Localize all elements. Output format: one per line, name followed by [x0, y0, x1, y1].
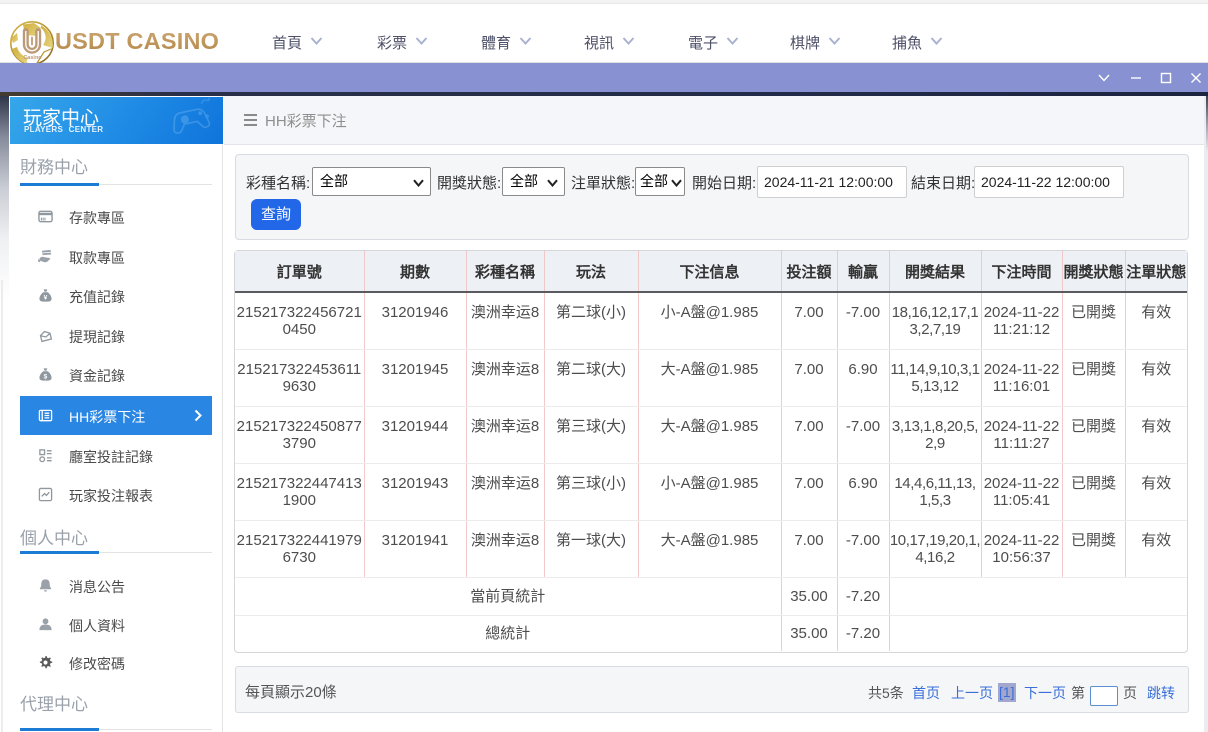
- svg-text:¥: ¥: [44, 295, 48, 302]
- svg-text:$: $: [44, 374, 48, 381]
- svg-text:Casino: Casino: [23, 55, 42, 61]
